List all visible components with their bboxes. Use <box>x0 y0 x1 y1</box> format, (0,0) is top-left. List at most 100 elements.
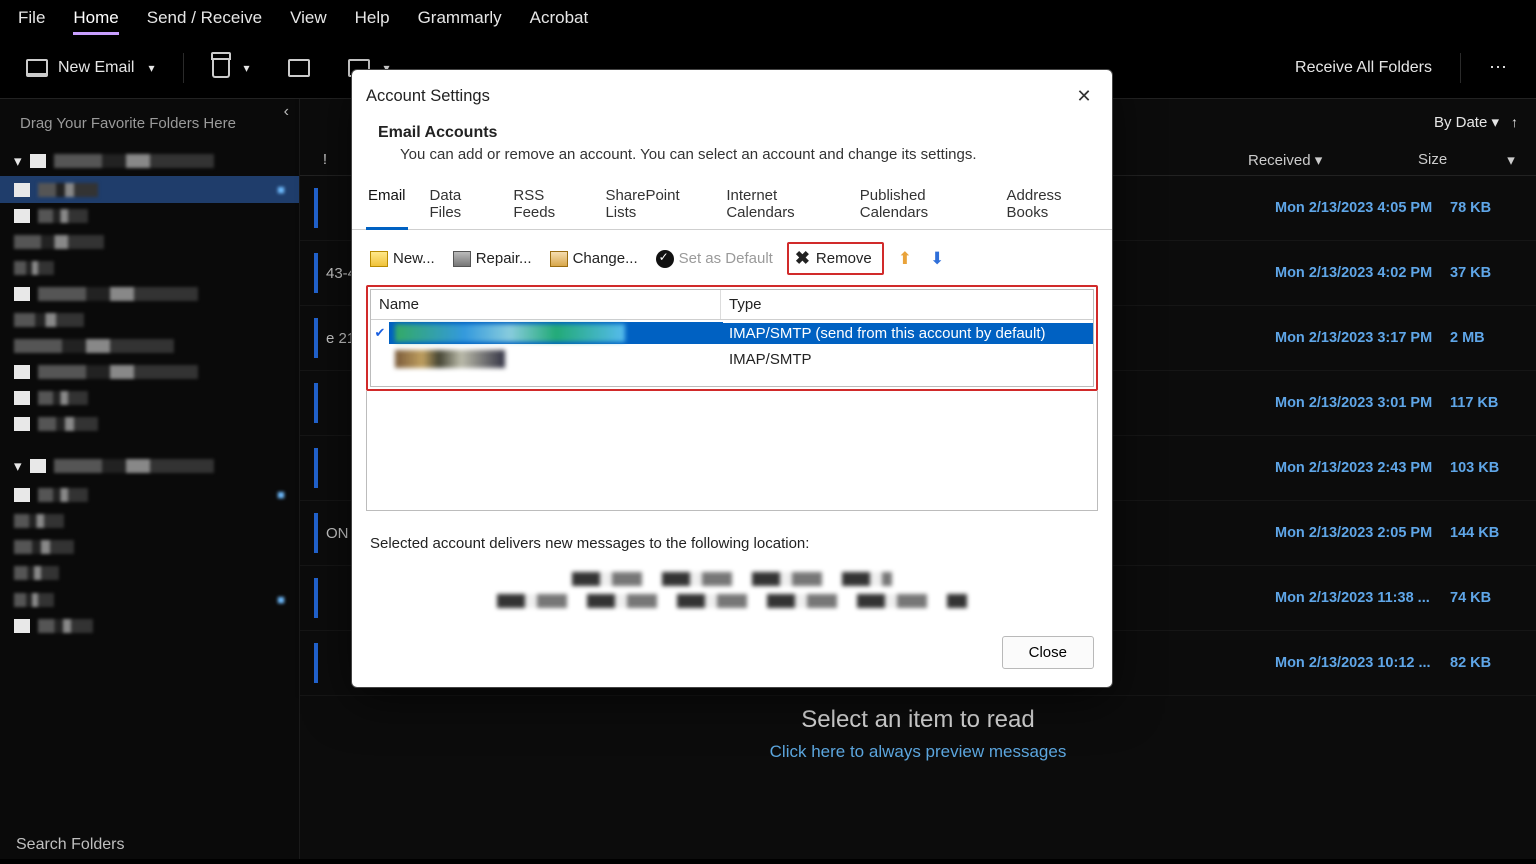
folder-item[interactable] <box>0 385 299 411</box>
folder-item[interactable] <box>0 359 299 385</box>
unread-indicator <box>314 253 318 293</box>
account-row[interactable]: ✔ IMAP/SMTP (send from this account by d… <box>371 320 1093 346</box>
folder-item[interactable]: ▾ <box>0 146 299 176</box>
column-type[interactable]: Type <box>721 290 1093 319</box>
send-receive-all-button[interactable]: Receive All Folders <box>1281 53 1446 83</box>
message-date: Mon 2/13/2023 3:01 PM <box>1275 395 1450 411</box>
account-row[interactable]: IMAP/SMTP <box>371 346 1093 372</box>
folder-item[interactable]: ■ <box>0 586 299 613</box>
unread-indicator <box>314 643 318 683</box>
menu-help[interactable]: Help <box>355 8 390 35</box>
tab-rss-feeds[interactable]: RSS Feeds <box>511 181 583 229</box>
new-account-button[interactable]: New... <box>366 248 439 269</box>
message-size: 82 KB <box>1450 655 1522 671</box>
menu-bar: File Home Send / Receive View Help Gramm… <box>0 0 1536 45</box>
size-column[interactable]: Size <box>1418 151 1498 169</box>
chevron-down-icon[interactable]: ▾ <box>244 61 250 75</box>
remove-account-button[interactable]: ✖Remove <box>787 242 884 275</box>
sort-by-button[interactable]: By Date ▾ <box>1434 113 1499 131</box>
account-settings-dialog: Account Settings ✕ Email Accounts You ca… <box>352 70 1112 687</box>
preview-toggle-link[interactable]: Click here to always preview messages <box>300 742 1536 762</box>
reading-pane-title: Select an item to read <box>300 706 1536 734</box>
folder-item[interactable] <box>0 203 299 229</box>
move-down-button[interactable]: ⬇ <box>926 247 948 271</box>
tab-address-books[interactable]: Address Books <box>1005 181 1098 229</box>
chevron-down-icon[interactable]: ▾ <box>148 61 154 75</box>
folder-item[interactable] <box>0 613 299 639</box>
message-size: 74 KB <box>1450 590 1522 606</box>
message-date: Mon 2/13/2023 2:05 PM <box>1275 525 1450 541</box>
filter-icon[interactable]: ▾ <box>1498 151 1524 169</box>
close-icon[interactable]: ✕ <box>1070 82 1098 110</box>
account-type: IMAP/SMTP (send from this account by def… <box>723 323 1093 344</box>
message-size: 37 KB <box>1450 265 1522 281</box>
folder-item[interactable] <box>0 333 299 359</box>
message-size: 2 MB <box>1450 330 1522 346</box>
default-check-icon: ✔ <box>371 325 389 341</box>
unread-indicator <box>314 188 318 228</box>
message-date: Mon 2/13/2023 2:43 PM <box>1275 460 1450 476</box>
sort-direction-button[interactable]: ↑ <box>1511 114 1518 130</box>
unread-indicator <box>314 318 318 358</box>
folder-item[interactable]: ■ <box>0 176 299 203</box>
menu-send-receive[interactable]: Send / Receive <box>147 8 262 35</box>
folder-item[interactable] <box>0 411 299 437</box>
column-name[interactable]: Name <box>371 290 721 319</box>
unread-indicator <box>314 513 318 553</box>
tab-sharepoint-lists[interactable]: SharePoint Lists <box>603 181 704 229</box>
repair-account-button[interactable]: Repair... <box>449 248 536 269</box>
set-default-button[interactable]: Set as Default <box>652 248 777 270</box>
menu-home[interactable]: Home <box>73 8 118 35</box>
menu-acrobat[interactable]: Acrobat <box>530 8 589 35</box>
more-button[interactable]: ⋯ <box>1475 51 1524 84</box>
more-icon: ⋯ <box>1489 57 1510 78</box>
tab-internet-calendars[interactable]: Internet Calendars <box>724 181 837 229</box>
folder-item[interactable] <box>0 281 299 307</box>
delete-button[interactable]: ▾ <box>198 52 264 84</box>
folder-item[interactable] <box>0 560 299 586</box>
account-table-header: Name Type <box>371 290 1093 320</box>
remove-icon: ✖ <box>795 248 810 269</box>
message-date: Mon 2/13/2023 11:38 ... <box>1275 590 1450 606</box>
tab-published-calendars[interactable]: Published Calendars <box>858 181 985 229</box>
change-icon <box>550 251 568 267</box>
message-date: Mon 2/13/2023 3:17 PM <box>1275 330 1450 346</box>
unread-indicator <box>314 383 318 423</box>
archive-button[interactable] <box>274 53 324 83</box>
importance-column[interactable]: ! <box>312 151 338 169</box>
repair-icon <box>453 251 471 267</box>
send-receive-all-label: Receive All Folders <box>1295 59 1432 77</box>
account-toolbar: New... Repair... Change... Set as Defaul… <box>352 230 1112 283</box>
menu-grammarly[interactable]: Grammarly <box>418 8 502 35</box>
dialog-tabs: Email Data Files RSS Feeds SharePoint Li… <box>352 181 1112 230</box>
folder-item[interactable] <box>0 307 299 333</box>
account-name-redacted <box>395 350 505 368</box>
divider <box>1460 53 1461 83</box>
folder-item[interactable]: ▾ <box>0 451 299 481</box>
tab-data-files[interactable]: Data Files <box>428 181 492 229</box>
tab-email[interactable]: Email <box>366 181 408 230</box>
menu-view[interactable]: View <box>290 8 327 35</box>
unread-indicator <box>314 448 318 488</box>
divider <box>183 53 184 83</box>
dialog-title: Account Settings <box>366 87 490 106</box>
move-up-button[interactable]: ⬆ <box>894 247 916 271</box>
change-account-button[interactable]: Change... <box>546 248 642 269</box>
account-type: IMAP/SMTP <box>723 349 1093 370</box>
folder-item[interactable]: ■ <box>0 481 299 508</box>
arrow-down-icon: ⬇ <box>930 249 944 269</box>
folder-item[interactable] <box>0 534 299 560</box>
menu-file[interactable]: File <box>18 8 45 35</box>
folder-item[interactable] <box>0 229 299 255</box>
received-column[interactable]: Received ▾ <box>1248 151 1418 169</box>
folder-item[interactable] <box>0 255 299 281</box>
archive-icon <box>288 59 310 77</box>
close-button[interactable]: Close <box>1002 636 1094 669</box>
folder-item[interactable] <box>0 508 299 534</box>
chevron-down-icon: ▾ <box>1491 114 1499 131</box>
search-folders[interactable]: Search Folders <box>16 836 125 854</box>
collapse-sidebar-button[interactable]: ‹ <box>274 99 299 125</box>
new-email-button[interactable]: New Email ▾ <box>12 53 169 83</box>
message-date: Mon 2/13/2023 4:02 PM <box>1275 265 1450 281</box>
dialog-subheading: You can add or remove an account. You ca… <box>378 142 1086 163</box>
